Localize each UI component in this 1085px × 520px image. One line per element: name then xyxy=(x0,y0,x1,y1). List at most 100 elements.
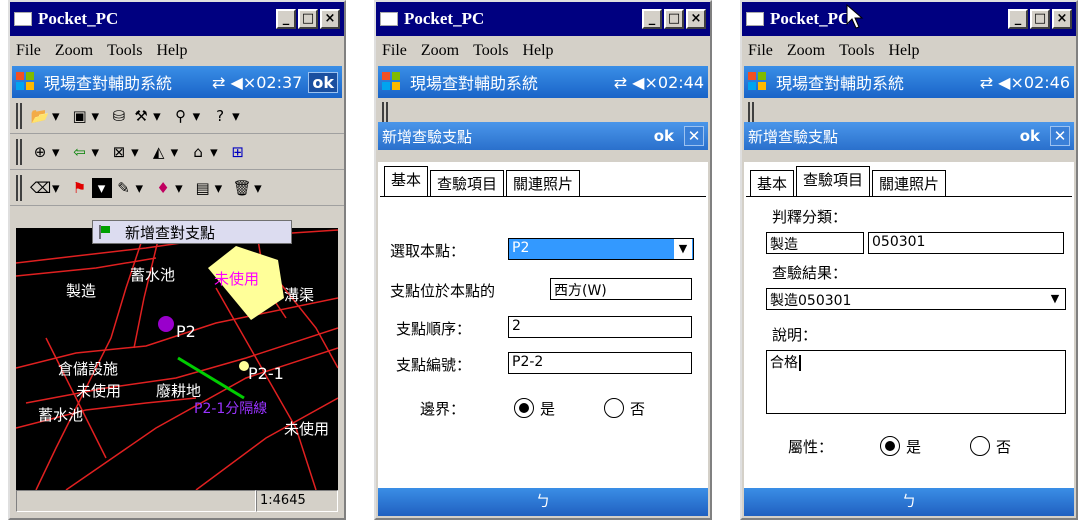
point-p2[interactable] xyxy=(158,316,174,332)
chevron-down-icon[interactable]: ▼ xyxy=(1046,289,1064,309)
windows-flag-icon[interactable] xyxy=(16,72,36,92)
menu-help[interactable]: Help xyxy=(156,42,187,60)
chart-icon[interactable]: ⌂ xyxy=(188,142,208,162)
measure-icon[interactable]: ◭ xyxy=(149,142,169,162)
zoom-extent-icon[interactable]: ⊠ xyxy=(109,142,129,162)
minimize-button[interactable]: _ xyxy=(276,9,296,29)
boundary-yes-radio[interactable] xyxy=(514,398,534,418)
table-icon[interactable]: ▤ xyxy=(193,178,213,198)
direction-field[interactable]: 西方(W) xyxy=(550,278,692,300)
menu-help[interactable]: Help xyxy=(522,42,553,60)
menu-tools[interactable]: Tools xyxy=(839,42,874,60)
number-field[interactable]: P2-2 xyxy=(508,352,692,374)
title-bar: Pocket_PC _ □ × xyxy=(376,2,710,36)
menu-file[interactable]: File xyxy=(748,42,773,60)
menu-file[interactable]: File xyxy=(382,42,407,60)
maximize-button[interactable]: □ xyxy=(664,9,684,29)
boundary-label: 邊界： xyxy=(420,400,466,418)
connectivity-icon[interactable]: ⇄ ◀× xyxy=(212,73,256,92)
app-title: 現場查對輔助系統 xyxy=(410,74,539,93)
connectivity-icon[interactable]: ⇄ ◀× xyxy=(614,73,658,92)
tab-photos[interactable]: 關連照片 xyxy=(506,170,581,196)
binoculars-icon[interactable]: ⚲ xyxy=(171,106,191,126)
menu-file[interactable]: File xyxy=(16,42,41,60)
toolbar-grip[interactable] xyxy=(16,102,22,129)
map-label: P2-1分隔線 xyxy=(194,401,268,417)
windows-flag-icon[interactable] xyxy=(748,72,768,92)
tab-basic[interactable]: 基本 xyxy=(384,166,429,196)
attribute-yes-radio[interactable] xyxy=(880,436,900,456)
chevron-down-icon[interactable]: ▼ xyxy=(674,239,692,259)
close-icon[interactable]: ✕ xyxy=(684,126,704,146)
bottom-bar: ㄅ xyxy=(744,488,1074,516)
maximize-button[interactable]: □ xyxy=(1030,9,1050,29)
back-arrow-icon[interactable]: ⇦ xyxy=(70,142,90,162)
boundary-no-radio[interactable] xyxy=(604,398,624,418)
help-icon[interactable]: ? xyxy=(210,106,230,126)
tab-inspection-items[interactable]: 查驗項目 xyxy=(430,170,505,196)
select-point-dropdown[interactable]: P2 ▼ xyxy=(508,238,694,260)
trash-icon[interactable]: 🗑 xyxy=(232,178,252,198)
pencil-icon[interactable]: ✎ xyxy=(114,178,134,198)
minimize-button[interactable]: _ xyxy=(1008,9,1028,29)
tab-photos[interactable]: 關連照片 xyxy=(872,170,947,196)
toolbar-grip xyxy=(382,102,388,122)
zoom-in-icon[interactable]: ⊕ xyxy=(30,142,50,162)
eraser-icon[interactable]: ⌫ xyxy=(30,178,51,198)
description-label: 說明： xyxy=(772,326,818,344)
window-title: Pocket_PC xyxy=(404,9,485,28)
window-icon xyxy=(746,12,764,26)
toolbar-grip[interactable] xyxy=(16,138,22,165)
window-icon xyxy=(14,12,32,26)
connectivity-icon[interactable]: ⇄ ◀× xyxy=(980,73,1024,92)
menu-tools[interactable]: Tools xyxy=(473,42,508,60)
flag-icon[interactable]: ⚑ xyxy=(70,178,90,198)
ok-button[interactable]: ok xyxy=(654,127,674,145)
bottom-bar: ㄅ xyxy=(378,488,708,516)
close-button[interactable]: × xyxy=(686,9,706,29)
attribute-no-radio[interactable] xyxy=(970,436,990,456)
tab-basic[interactable]: 基本 xyxy=(750,170,795,196)
clock: 02:37 xyxy=(256,72,303,92)
database-icon[interactable]: ⛁ xyxy=(109,106,129,126)
close-button[interactable]: × xyxy=(320,9,340,29)
result-dropdown[interactable]: 製造050301 ▼ xyxy=(766,288,1066,310)
shapes-icon[interactable]: ♦ xyxy=(153,178,173,198)
order-field[interactable]: 2 xyxy=(508,316,692,338)
menu-zoom[interactable]: Zoom xyxy=(421,42,459,60)
menu-help[interactable]: Help xyxy=(888,42,919,60)
sip-keyboard-icon[interactable]: ㄅ xyxy=(901,492,916,510)
ok-button[interactable]: ok xyxy=(1020,127,1040,145)
map-label: 溝渠 xyxy=(284,286,315,304)
tab-inspection-items[interactable]: 查驗項目 xyxy=(796,166,871,196)
menu-zoom[interactable]: Zoom xyxy=(55,42,93,60)
map-label: 未使用 xyxy=(284,420,330,438)
toolbar-grip[interactable] xyxy=(16,174,22,201)
clock: 02:46 xyxy=(1023,72,1070,92)
description-textarea[interactable]: 合格 xyxy=(766,350,1066,414)
menu-tools[interactable]: Tools xyxy=(107,42,142,60)
context-menu-item-add-point[interactable]: 新增查對支點 xyxy=(92,220,292,244)
windows-flag-icon[interactable] xyxy=(382,72,402,92)
minimize-button[interactable]: _ xyxy=(642,9,662,29)
window-title: Pocket_PC xyxy=(38,9,119,28)
classify-code-field[interactable]: 050301 xyxy=(868,232,1064,254)
wand-icon[interactable]: ⚒ xyxy=(131,106,151,126)
tab-underline xyxy=(380,196,706,197)
flag-dropdown-icon[interactable]: ▾ xyxy=(91,177,112,198)
open-folder-icon[interactable]: 📂 xyxy=(30,106,50,126)
title-bar: Pocket_PC _ □ × xyxy=(10,2,344,36)
menu-zoom[interactable]: Zoom xyxy=(787,42,825,60)
refresh-icon[interactable]: ⊞ xyxy=(228,142,248,162)
maximize-button[interactable]: □ xyxy=(298,9,318,29)
ok-button[interactable]: ok xyxy=(308,71,338,93)
layer-add-icon[interactable]: ▣ xyxy=(70,106,90,126)
close-button[interactable]: × xyxy=(1052,9,1072,29)
radio-yes-label: 是 xyxy=(906,438,922,456)
scale-display: 1:4645 xyxy=(256,490,338,512)
map-label: 蓄水池 xyxy=(130,266,176,284)
classify-name-field[interactable]: 製造 xyxy=(766,232,864,254)
map-canvas[interactable]: 製造 蓄水池 未使用 溝渠 P2 P2-1 倉儲設施 未使用 蓄水池 廢耕地 P… xyxy=(16,228,338,490)
sip-keyboard-icon[interactable]: ㄅ xyxy=(535,492,550,510)
close-icon[interactable]: ✕ xyxy=(1050,126,1070,146)
